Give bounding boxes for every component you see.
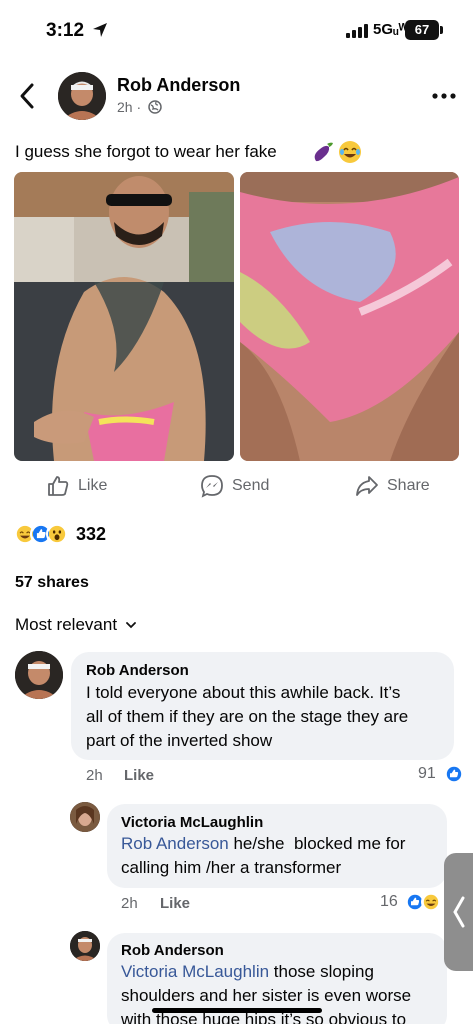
comment-text-line: I told everyone about this awhile back. … bbox=[86, 683, 401, 702]
meta-separator: · bbox=[136, 99, 142, 115]
joy-icon bbox=[339, 141, 361, 163]
shares-count[interactable]: 57 shares bbox=[15, 574, 89, 592]
post-text: I guess she forgot to wear her fake bbox=[15, 142, 277, 161]
share-button[interactable]: Share bbox=[355, 472, 430, 500]
comment-text-line: shoulders and her sister is even worse bbox=[121, 986, 412, 1005]
back-icon[interactable] bbox=[18, 82, 38, 110]
post-photo-left[interactable] bbox=[14, 172, 234, 461]
comment-reaction-count[interactable]: 16 bbox=[380, 893, 398, 911]
comment-text-line: Victoria McLaughlin those sloping bbox=[121, 960, 374, 984]
comment-author[interactable]: Rob Anderson bbox=[86, 662, 189, 679]
comment-sort-dropdown[interactable]: Most relevant bbox=[15, 615, 137, 635]
comment-text-line: Rob Anderson he/she blocked me for bbox=[121, 832, 405, 856]
share-label: Share bbox=[387, 477, 430, 494]
eggplant-icon bbox=[314, 142, 333, 162]
comment-mention[interactable]: Rob Anderson bbox=[121, 834, 229, 853]
chevron-down-icon bbox=[126, 622, 136, 629]
author-name[interactable]: Rob Anderson bbox=[117, 75, 240, 96]
send-label: Send bbox=[232, 477, 270, 494]
comment-text: he/she blocked me for bbox=[228, 834, 406, 853]
post-meta: 2h · bbox=[117, 99, 141, 115]
battery-icon: 67 bbox=[405, 20, 439, 40]
like-icon bbox=[48, 476, 69, 496]
comment-time: 2h bbox=[121, 895, 138, 912]
like-label: Like bbox=[78, 477, 108, 494]
comment-author[interactable]: Rob Anderson bbox=[121, 942, 224, 959]
comment-text-line: part of the inverted show bbox=[86, 731, 273, 750]
comment-mention[interactable]: Victoria McLaughlin bbox=[121, 962, 269, 981]
comment-author[interactable]: Victoria McLaughlin bbox=[121, 814, 263, 831]
home-indicator bbox=[152, 1008, 322, 1013]
network-label: 5Gᵤᵂ bbox=[373, 21, 409, 38]
comment-like-button[interactable]: Like bbox=[160, 895, 190, 912]
post-photo-right[interactable] bbox=[240, 172, 459, 461]
status-time: 3:12 bbox=[46, 20, 85, 41]
status-bar: 3:12 5Gᵤᵂ 67 bbox=[0, 0, 473, 60]
messenger-icon bbox=[201, 475, 223, 498]
comment-text: those sloping bbox=[269, 962, 374, 981]
wow-reaction-icon bbox=[46, 523, 68, 545]
sort-label: Most relevant bbox=[15, 615, 118, 634]
comment-text-line: calling him /her a transformer bbox=[121, 858, 342, 877]
comment-avatar[interactable] bbox=[70, 802, 100, 832]
signal-icon bbox=[346, 24, 368, 38]
share-icon bbox=[356, 476, 378, 496]
comment-reaction-count[interactable]: 91 bbox=[418, 765, 436, 783]
haha-reaction-icon bbox=[421, 892, 441, 912]
reaction-summary[interactable]: 332 bbox=[14, 522, 106, 546]
comment-avatar[interactable] bbox=[70, 931, 100, 961]
reaction-count: 332 bbox=[76, 523, 107, 544]
chevron-left-icon bbox=[453, 896, 465, 928]
like-button[interactable]: Like bbox=[46, 472, 107, 500]
comment-text-line: all of them if they are on the stage the… bbox=[86, 707, 409, 726]
comment-like-button[interactable]: Like bbox=[124, 767, 154, 784]
more-icon[interactable] bbox=[432, 92, 456, 100]
comment-avatar[interactable] bbox=[15, 651, 63, 699]
globe-icon bbox=[148, 100, 162, 114]
battery-level: 67 bbox=[414, 22, 430, 37]
post-time: 2h bbox=[117, 99, 133, 115]
like-reaction-icon bbox=[444, 764, 464, 784]
send-button[interactable]: Send bbox=[200, 472, 269, 500]
avatar[interactable] bbox=[58, 72, 106, 120]
comment-time: 2h bbox=[86, 767, 103, 784]
location-arrow-icon bbox=[93, 23, 107, 37]
battery-tip bbox=[440, 26, 443, 34]
